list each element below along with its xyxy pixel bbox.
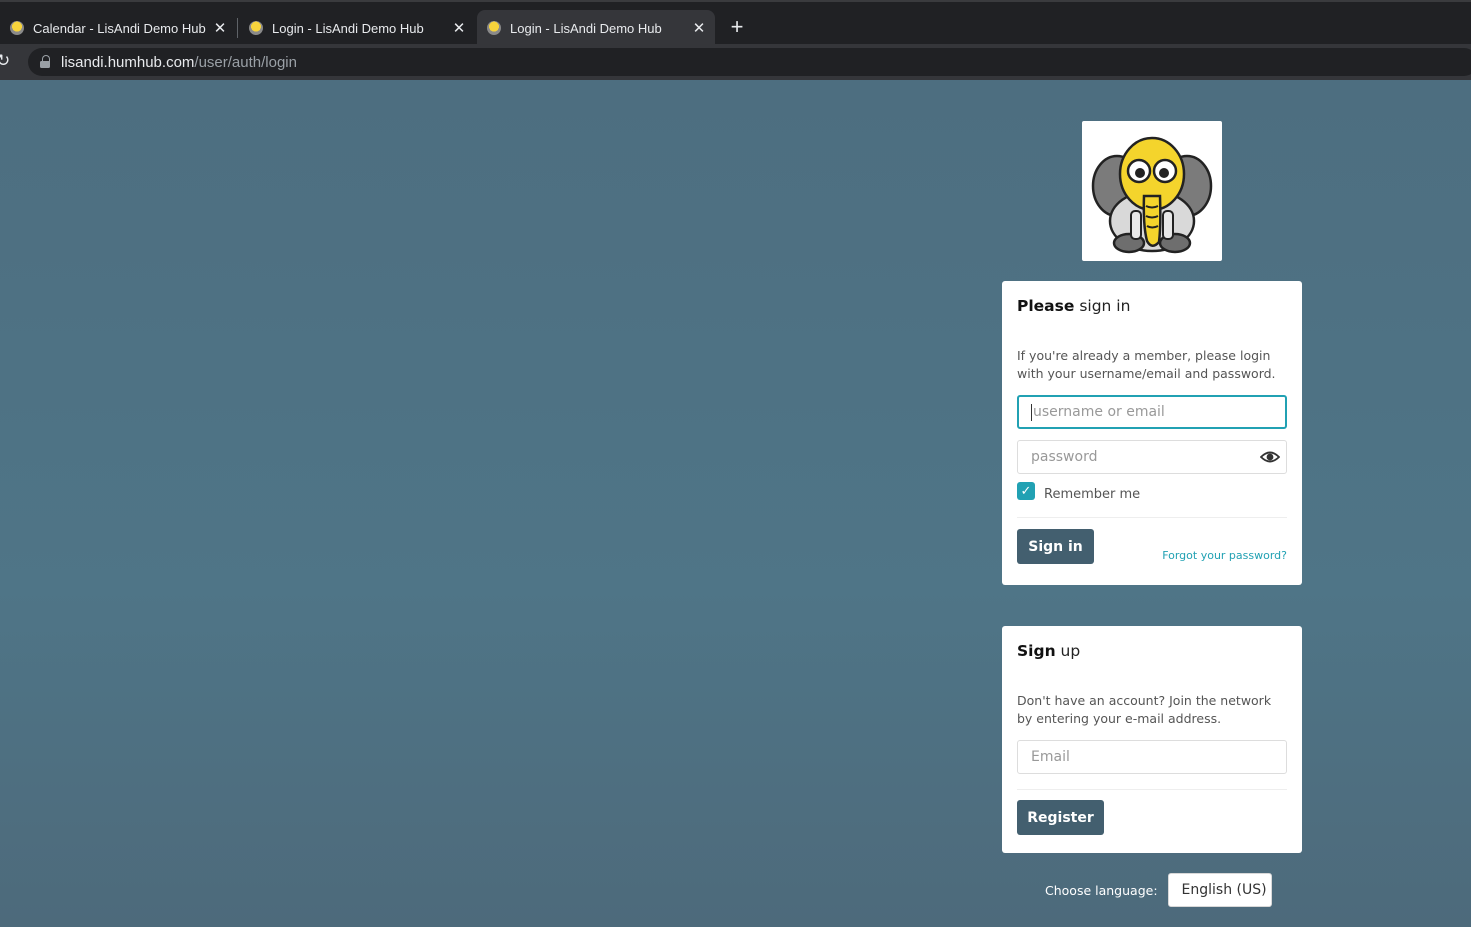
email-input[interactable]: Email	[1017, 740, 1287, 774]
eye-icon[interactable]	[1260, 449, 1280, 465]
signup-heading: Sign up	[1017, 642, 1081, 660]
favicon-icon	[249, 21, 263, 35]
divider	[1017, 789, 1287, 790]
address-bar[interactable]: lisandi.humhub.com/user/auth/login	[28, 48, 1471, 76]
tab-title: Login - LisAndi Demo Hub	[272, 20, 424, 36]
favicon-icon	[487, 21, 501, 35]
tab-login-active[interactable]: Login - LisAndi Demo Hub ✕	[477, 10, 715, 46]
language-select[interactable]: English (US)	[1167, 873, 1272, 907]
logo[interactable]	[1082, 121, 1222, 261]
url-path: /user/auth/login	[194, 53, 297, 71]
email-placeholder: Email	[1031, 749, 1070, 765]
password-placeholder: password	[1031, 449, 1098, 465]
tab-title: Calendar - LisAndi Demo Hub	[33, 20, 206, 36]
close-icon[interactable]: ✕	[210, 18, 230, 38]
remember-me-label: Remember me	[1044, 486, 1141, 502]
language-label: Choose language:	[1045, 882, 1158, 898]
password-input[interactable]: password	[1017, 440, 1287, 474]
language-chooser: Choose language: English (US)	[1045, 873, 1272, 907]
signup-description: Don't have an account? Join the network …	[1017, 693, 1272, 726]
page-background: Please sign in If you're already a membe…	[0, 80, 1471, 927]
tab-title: Login - LisAndi Demo Hub	[510, 20, 662, 36]
signup-panel: Sign up Don't have an account? Join the …	[1002, 626, 1302, 853]
tab-calendar[interactable]: Calendar - LisAndi Demo Hub ✕	[0, 10, 236, 46]
username-placeholder: username or email	[1033, 404, 1165, 420]
tab-login[interactable]: Login - LisAndi Demo Hub ✕	[239, 10, 475, 46]
close-icon[interactable]: ✕	[449, 18, 469, 38]
elephant-logo-icon	[1091, 136, 1213, 254]
sign-in-button[interactable]: Sign in	[1017, 529, 1094, 564]
url-text: lisandi.humhub.com/user/auth/login	[61, 54, 297, 71]
forgot-password-link[interactable]: Forgot your password?	[1162, 549, 1287, 562]
register-button[interactable]: Register	[1017, 800, 1104, 835]
url-host: lisandi.humhub.com	[61, 53, 195, 71]
remember-me-row[interactable]: ✓ Remember me	[1017, 482, 1287, 503]
username-input[interactable]: username or email	[1017, 395, 1287, 429]
close-icon[interactable]: ✕	[689, 18, 709, 38]
divider	[1017, 517, 1287, 518]
text-caret	[1031, 403, 1032, 421]
browser-toolbar: ↻ lisandi.humhub.com/user/auth/login	[0, 44, 1471, 80]
login-description: If you're already a member, please login…	[1017, 348, 1276, 381]
login-heading: Please sign in	[1017, 297, 1131, 315]
browser-tabstrip: Calendar - LisAndi Demo Hub ✕ Login - Li…	[0, 0, 1471, 46]
favicon-icon	[10, 21, 24, 35]
remember-me-checkbox[interactable]: ✓	[1017, 482, 1035, 500]
lock-icon[interactable]	[40, 55, 52, 68]
tab-separator	[237, 18, 238, 38]
reload-icon[interactable]: ↻	[0, 51, 16, 71]
login-panel: Please sign in If you're already a membe…	[1002, 281, 1302, 585]
new-tab-button[interactable]: +	[726, 16, 748, 38]
